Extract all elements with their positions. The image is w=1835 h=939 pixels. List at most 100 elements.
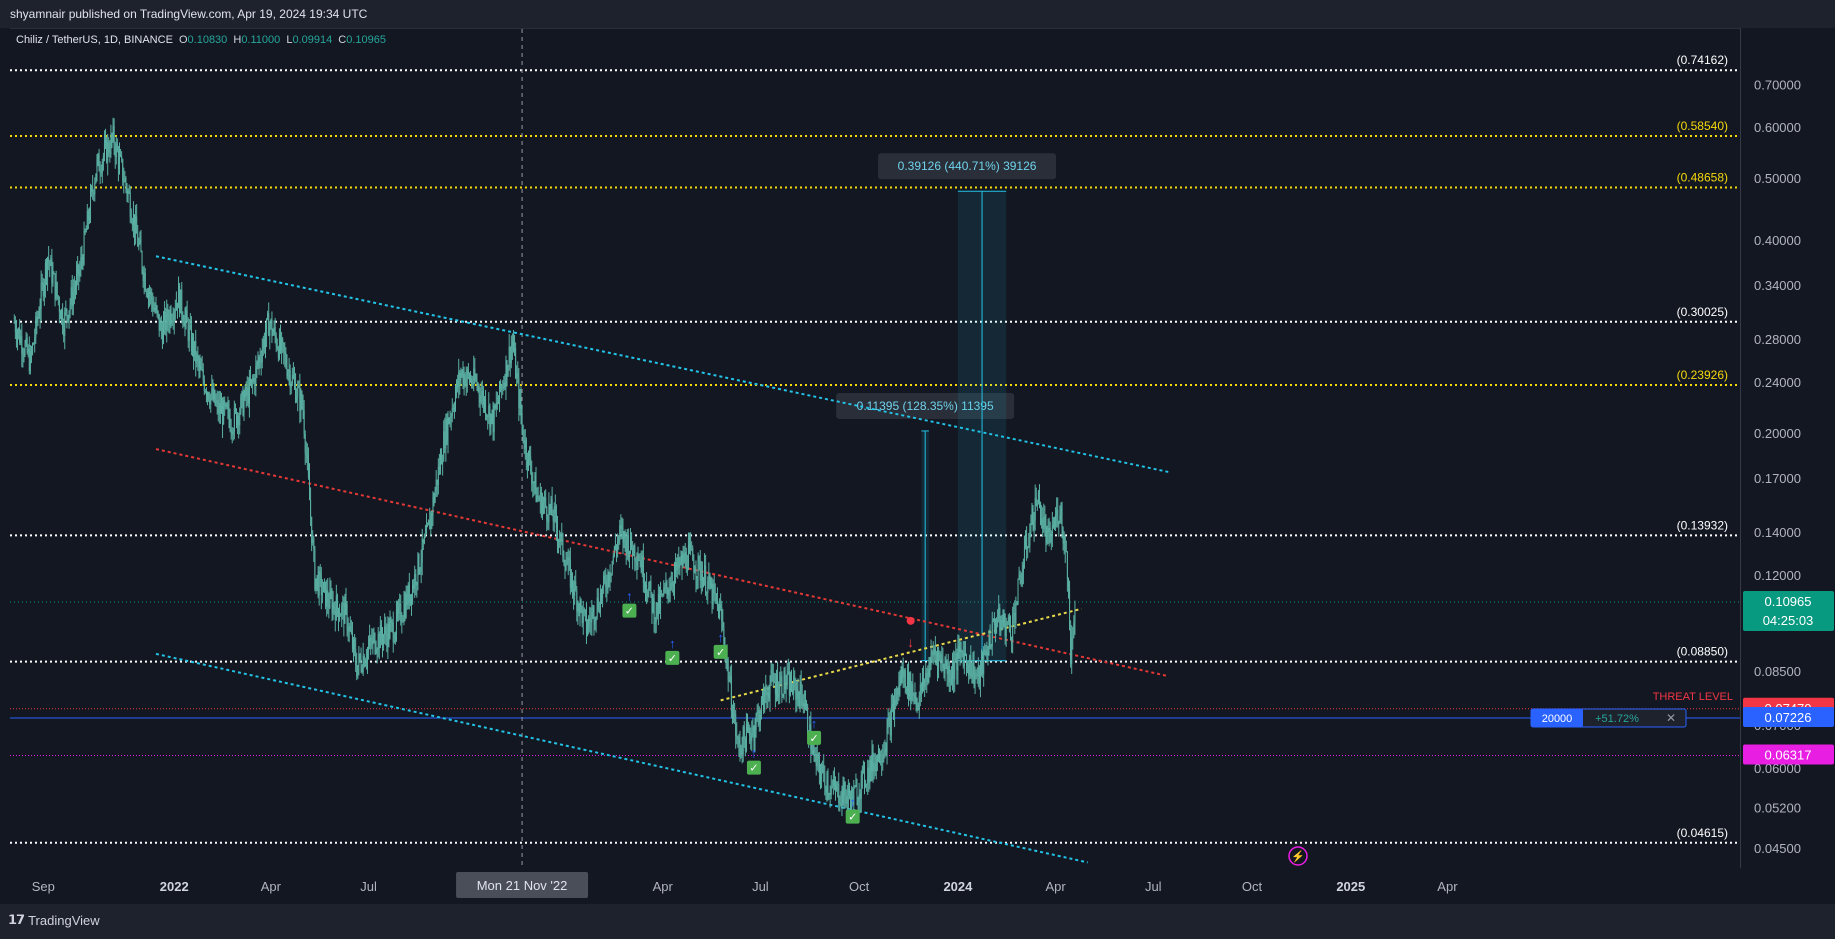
candle-body <box>660 594 662 609</box>
candle-body <box>480 395 482 403</box>
candle-body <box>441 454 443 465</box>
candle-body <box>110 134 112 154</box>
candle-body <box>475 380 477 382</box>
publisher-bar: shyamnair published on TradingView.com, … <box>0 0 1835 28</box>
candle-body <box>1045 524 1047 543</box>
candle-body <box>879 748 881 762</box>
candle-body <box>488 405 490 417</box>
candle-body <box>197 353 199 360</box>
candle-body <box>15 331 17 340</box>
candle-body <box>236 409 238 426</box>
candle-body <box>1052 524 1054 526</box>
candle-body <box>284 352 286 355</box>
candle-body <box>915 697 917 701</box>
candle-body <box>728 680 730 682</box>
candle-body <box>45 262 47 277</box>
candle-body <box>964 652 966 656</box>
candle-body <box>22 353 24 355</box>
candle-body <box>423 536 425 544</box>
price-chart[interactable]: (0.74162) (0.58540) (0.48658) (0.30025) (0.2… <box>10 29 1740 869</box>
candle-body <box>735 714 737 736</box>
candle-body <box>51 258 53 284</box>
candle-body <box>178 285 180 309</box>
candle-body <box>103 143 105 156</box>
candle-body <box>758 710 760 725</box>
candle-body <box>457 380 459 387</box>
candle-body <box>771 669 773 674</box>
candle-body <box>917 705 919 711</box>
candle-body <box>336 595 338 609</box>
candle-body <box>451 408 453 417</box>
candle-body <box>166 309 168 331</box>
candle-body <box>636 561 638 566</box>
candle-body <box>904 670 906 689</box>
candle-body <box>131 222 133 226</box>
candle-body <box>1015 604 1017 623</box>
candle-body <box>560 534 562 542</box>
candle-body <box>658 593 660 609</box>
check-glyph: ✓ <box>848 812 857 824</box>
candle-body <box>1042 518 1044 529</box>
candle-body <box>268 313 270 336</box>
candle-body <box>925 673 927 680</box>
candle-body <box>13 322 15 324</box>
candle-body <box>234 408 236 410</box>
candle-body <box>282 338 284 344</box>
candle-body <box>667 588 669 596</box>
candle-body <box>458 372 460 387</box>
candle-body <box>364 662 366 667</box>
candle-body <box>631 533 633 548</box>
time-tick: Apr <box>1045 879 1066 894</box>
candle-body <box>479 395 481 403</box>
candle-body <box>972 661 974 674</box>
candle-body <box>132 214 134 226</box>
candle-body <box>240 396 242 413</box>
candle-body <box>965 655 967 664</box>
candle-body <box>593 607 595 624</box>
candle-body <box>692 548 694 561</box>
candle-body <box>19 328 21 343</box>
candle-body <box>1004 613 1006 637</box>
chart-pane[interactable]: (0.74162) (0.58540) (0.48658) (0.30025) (0.2… <box>10 28 1740 870</box>
candle-body <box>121 155 123 160</box>
candle-body <box>548 504 550 523</box>
candle-body <box>902 666 904 678</box>
candle-body <box>954 661 956 680</box>
candle-body <box>200 365 202 370</box>
candle-body <box>179 285 181 314</box>
candle-body <box>1073 622 1075 638</box>
time-axis[interactable]: Sep2022AprJulOct2023AprJulOct2024AprJulO… <box>0 868 1740 904</box>
tradingview-logo[interactable]: 𝟭𝟳 TradingView <box>8 912 100 928</box>
open-value: 0.10830 <box>187 34 228 46</box>
candle-body <box>1006 621 1008 625</box>
candle-body <box>870 759 872 772</box>
candle-body <box>1046 530 1048 543</box>
candle-body <box>682 554 684 567</box>
candle-body <box>384 626 386 636</box>
candle-body <box>212 387 214 400</box>
candle-body <box>499 381 501 401</box>
fib-level-label: (0.48658) <box>1677 170 1728 184</box>
candle-body <box>97 154 99 161</box>
candle-body <box>256 362 258 366</box>
candle-body <box>439 454 441 470</box>
candle-body <box>191 337 193 352</box>
candle-body <box>816 753 818 767</box>
candle-body <box>997 620 999 624</box>
candle-body <box>186 310 188 322</box>
candle-body <box>945 660 947 666</box>
candle-body <box>94 182 96 195</box>
candle-body <box>523 441 525 449</box>
candle-body <box>752 726 754 733</box>
candle-body <box>868 767 870 783</box>
candle-body <box>473 368 475 385</box>
candle-body <box>1035 498 1037 506</box>
candle-body <box>957 646 959 671</box>
candle-body <box>873 762 875 772</box>
candle-body <box>385 626 387 634</box>
candle-body <box>359 654 361 660</box>
candle-body <box>49 261 51 266</box>
price-axis[interactable]: 0.70000 0.60000 0.50000 0.40000 0.34000 0.280… <box>1740 28 1835 868</box>
candle-body <box>378 633 380 649</box>
candle-body <box>824 773 826 787</box>
